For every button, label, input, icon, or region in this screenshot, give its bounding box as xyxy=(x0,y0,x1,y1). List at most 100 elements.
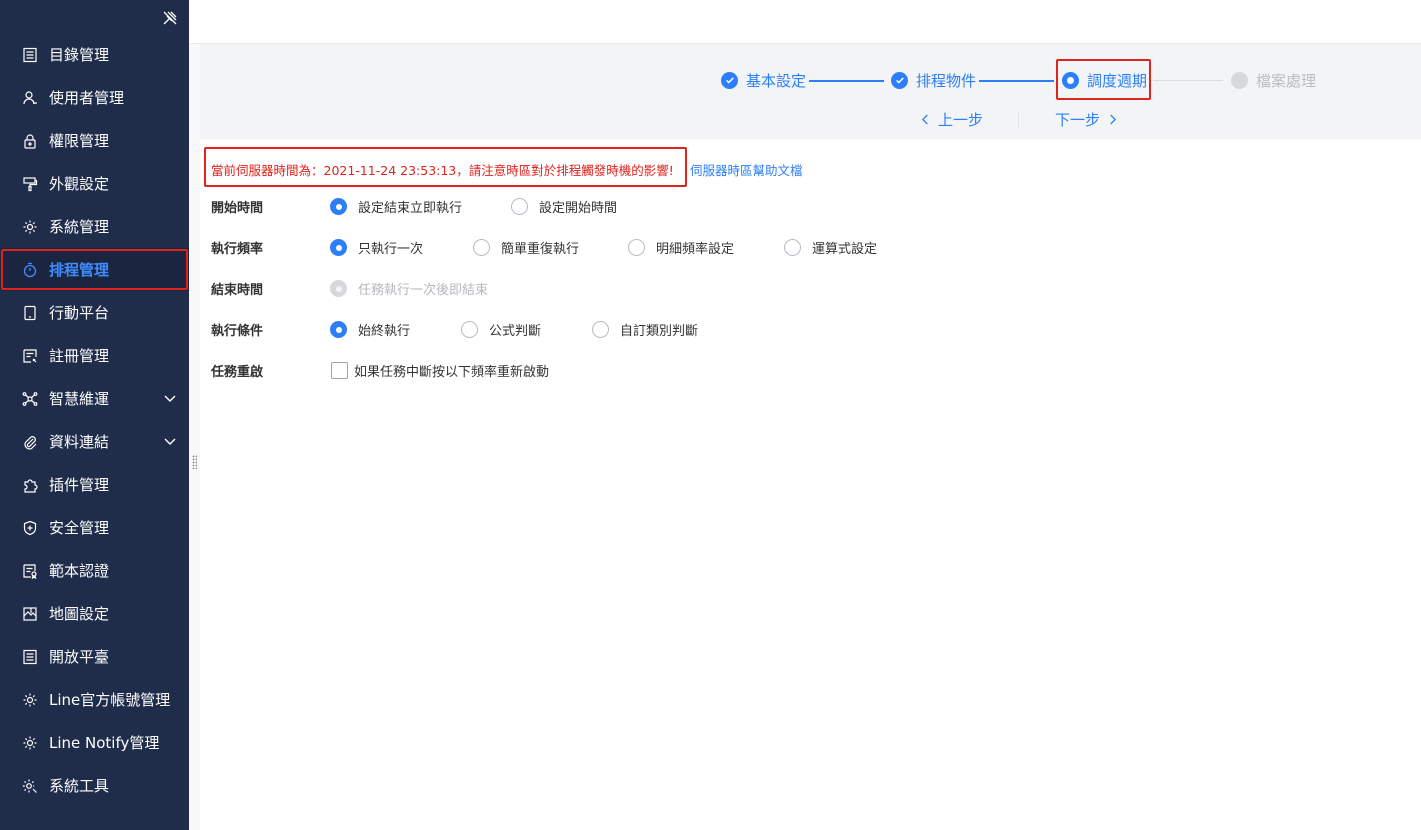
radio-simple-repeat[interactable]: 簡單重復執行 xyxy=(473,238,579,257)
sidebar-item-label: 安全管理 xyxy=(49,519,110,537)
step-label: 基本設定 xyxy=(746,71,807,90)
start-time-label: 開始時間 xyxy=(211,201,264,216)
sidebar-item-system-tools[interactable]: 系統工具 xyxy=(0,764,189,807)
sidebar-item-line-notify[interactable]: Line Notify管理 xyxy=(0,721,189,764)
sidebar-item-users[interactable]: 使用者管理 xyxy=(0,76,189,119)
tablet-icon xyxy=(22,305,38,321)
radio-start-immediately[interactable]: 設定結束立即執行 xyxy=(330,197,462,216)
top-bar xyxy=(189,0,1421,44)
pager-divider xyxy=(1018,113,1019,127)
next-step-label: 下一步 xyxy=(1055,111,1101,129)
radio-set-start-time[interactable]: 設定開始時間 xyxy=(511,197,617,216)
pin-off-icon[interactable] xyxy=(162,10,178,26)
restart-checkbox[interactable]: 如果任務中斷按以下頻率重新啟動 xyxy=(331,361,549,380)
chevron-down-icon[interactable] xyxy=(163,434,177,448)
sidebar-item-map[interactable]: 地圖設定 xyxy=(0,592,189,635)
sidebar-item-schedule[interactable]: 排程管理 xyxy=(0,248,189,291)
prev-step-label: 上一步 xyxy=(938,111,984,129)
current-step-highlight xyxy=(1056,59,1151,100)
sidebar-item-permissions[interactable]: 權限管理 xyxy=(0,119,189,162)
timer-icon xyxy=(22,262,38,278)
sidebar-item-label: 資料連結 xyxy=(49,433,110,451)
sidebar-item-label: 地圖設定 xyxy=(49,605,110,623)
register-icon xyxy=(22,348,38,364)
list-icon xyxy=(22,47,38,63)
sidebar-item-label: 範本認證 xyxy=(49,562,110,580)
sidebar-item-appearance[interactable]: 外觀設定 xyxy=(0,162,189,205)
sidebar-nav: 目錄管理 使用者管理 權限管理 外觀設定 系統管理 排程管理 行動平台 註冊管理… xyxy=(0,33,189,807)
chevron-down-icon[interactable] xyxy=(163,391,177,405)
radio-label: 設定開始時間 xyxy=(539,201,618,216)
radio-formula[interactable]: 公式判斷 xyxy=(461,320,541,339)
sidebar-item-data-link[interactable]: 資料連結 xyxy=(0,420,189,463)
radio-circle xyxy=(330,239,347,256)
sidebar-item-security[interactable]: 安全管理 xyxy=(0,506,189,549)
radio-circle xyxy=(592,321,609,338)
sidebar-item-label: 行動平台 xyxy=(49,304,110,322)
sidebar-item-label: 使用者管理 xyxy=(49,89,125,107)
check-icon xyxy=(721,71,738,89)
radio-circle xyxy=(473,239,490,256)
radio-detailed-frequency[interactable]: 明細頻率設定 xyxy=(628,238,734,257)
end-time-label: 結束時間 xyxy=(211,283,264,298)
sidebar: 目錄管理 使用者管理 權限管理 外觀設定 系統管理 排程管理 行動平台 註冊管理… xyxy=(0,0,189,830)
chevron-right-icon xyxy=(1108,113,1117,126)
next-step-button[interactable]: 下一步 xyxy=(1055,109,1117,130)
timezone-help-link[interactable]: 伺服器時區幫助文檔 xyxy=(690,160,803,179)
map-icon xyxy=(22,606,38,622)
step-file-processing[interactable]: 檔案處理 xyxy=(1231,69,1316,91)
step-label: 檔案處理 xyxy=(1256,71,1317,90)
sidebar-item-mobile[interactable]: 行動平台 xyxy=(0,291,189,334)
radio-run-once[interactable]: 只執行一次 xyxy=(330,238,423,257)
user-icon xyxy=(22,90,38,106)
radio-circle xyxy=(628,239,645,256)
check-icon xyxy=(891,71,908,89)
panel-splitter[interactable] xyxy=(189,0,200,830)
sidebar-item-label: Line官方帳號管理 xyxy=(49,691,171,709)
server-time-notice: 當前伺服器時間為：2021-11-24 23:53:13，請注意時區對於排程觸發… xyxy=(211,163,674,178)
sidebar-item-template-cert[interactable]: 範本認證 xyxy=(0,549,189,592)
sidebar-item-smart-ops[interactable]: 智慧維運 xyxy=(0,377,189,420)
condition-label: 執行條件 xyxy=(211,324,264,339)
step-basic-settings[interactable]: 基本設定 xyxy=(721,69,806,91)
sidebar-item-label: 智慧維運 xyxy=(49,390,110,408)
step-label: 排程物件 xyxy=(916,71,977,90)
sidebar-item-catalog[interactable]: 目錄管理 xyxy=(0,33,189,76)
step-schedule-objects[interactable]: 排程物件 xyxy=(891,69,976,91)
radio-circle xyxy=(511,198,528,215)
puzzle-icon xyxy=(22,477,38,493)
sidebar-item-register[interactable]: 註冊管理 xyxy=(0,334,189,377)
radio-label: 設定結束立即執行 xyxy=(358,201,463,216)
sidebar-item-open-platform[interactable]: 開放平臺 xyxy=(0,635,189,678)
radio-label: 明細頻率設定 xyxy=(656,242,735,257)
step-connector xyxy=(1153,80,1223,81)
shield-icon xyxy=(22,520,38,536)
sidebar-item-system[interactable]: 系統管理 xyxy=(0,205,189,248)
schedule-form: 當前伺服器時間為：2021-11-24 23:53:13，請注意時區對於排程觸發… xyxy=(200,139,1421,830)
radio-custom-class[interactable]: 自訂類別判斷 xyxy=(592,320,698,339)
network-icon xyxy=(22,391,38,407)
radio-circle xyxy=(330,321,347,338)
sidebar-item-plugins[interactable]: 插件管理 xyxy=(0,463,189,506)
radio-expression[interactable]: 運算式設定 xyxy=(784,238,877,257)
sidebar-item-label: Line Notify管理 xyxy=(49,734,160,752)
radio-always-run[interactable]: 始終執行 xyxy=(330,320,410,339)
gear-tool-icon xyxy=(22,778,38,794)
radio-label: 簡單重復執行 xyxy=(501,242,580,257)
list-icon xyxy=(22,649,38,665)
sidebar-item-label: 外觀設定 xyxy=(49,175,110,193)
sidebar-item-label: 權限管理 xyxy=(49,132,110,150)
prev-step-button[interactable]: 上一步 xyxy=(921,109,983,130)
sidebar-item-label: 開放平臺 xyxy=(49,648,110,666)
radio-label: 只執行一次 xyxy=(358,242,424,257)
radio-label: 公式判斷 xyxy=(489,324,542,339)
sidebar-item-line-official[interactable]: Line官方帳號管理 xyxy=(0,678,189,721)
gear-icon xyxy=(22,219,38,235)
lock-icon xyxy=(22,133,38,149)
checkbox-box xyxy=(331,362,348,379)
sidebar-item-label: 目錄管理 xyxy=(49,46,110,64)
drag-handle-icon[interactable] xyxy=(192,455,197,469)
step-connector xyxy=(809,80,884,82)
sidebar-item-label: 排程管理 xyxy=(49,261,110,279)
radio-label: 自訂類別判斷 xyxy=(620,324,699,339)
